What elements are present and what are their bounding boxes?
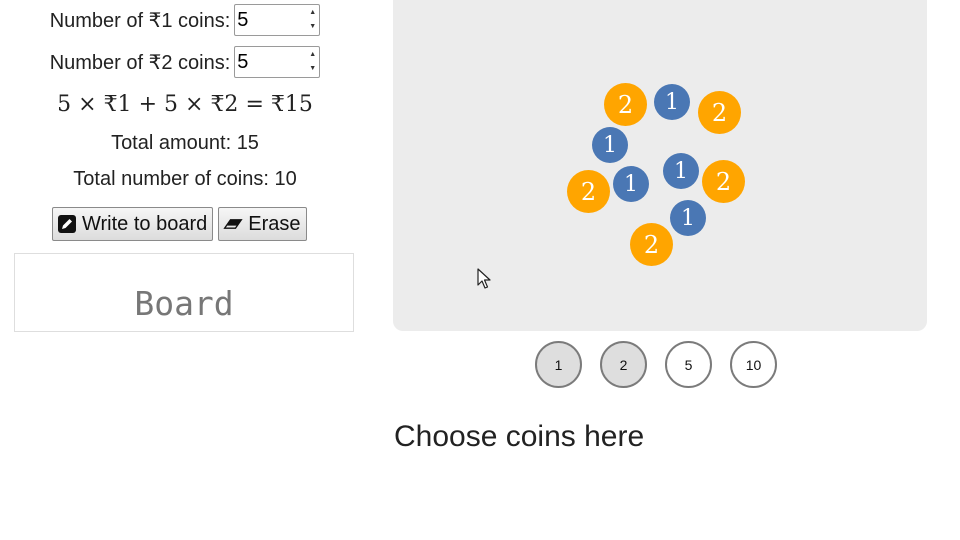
coin-choice-2[interactable]: 2 bbox=[600, 341, 647, 388]
coin-choice-10[interactable]: 10 bbox=[730, 341, 777, 388]
equation-term: 5 bbox=[164, 92, 178, 117]
board-actions: Write to board Erase bbox=[52, 207, 307, 241]
one-rupee-stepper[interactable]: ▲ ▼ bbox=[234, 4, 321, 36]
erase-button[interactable]: Erase bbox=[218, 207, 307, 241]
one-rupee-input[interactable] bbox=[235, 5, 308, 35]
total-amount: Total amount: 15 bbox=[111, 132, 259, 154]
board[interactable]: Board bbox=[14, 253, 354, 332]
coin-two[interactable]: 2 bbox=[630, 223, 673, 266]
equation-operator: × bbox=[78, 92, 97, 117]
coin-choice-5[interactable]: 5 bbox=[665, 341, 712, 388]
write-to-board-button[interactable]: Write to board bbox=[52, 207, 214, 241]
decrement-icon[interactable]: ▼ bbox=[309, 22, 317, 32]
coin-two[interactable]: 2 bbox=[702, 160, 745, 203]
choose-coins-heading: Choose coins here bbox=[394, 420, 645, 453]
write-to-board-label: Write to board bbox=[82, 212, 208, 235]
eraser-icon bbox=[223, 214, 243, 234]
increment-icon[interactable]: ▲ bbox=[309, 50, 317, 60]
coin-workspace[interactable]: 2 1 2 1 1 2 1 2 1 2 bbox=[393, 0, 927, 331]
pencil-icon bbox=[57, 214, 77, 234]
equation-result: ₹15 bbox=[270, 92, 313, 117]
one-rupee-row: Number of ₹1 coins: ▲ ▼ bbox=[0, 4, 370, 36]
coin-choice-1[interactable]: 1 bbox=[535, 341, 582, 388]
equation-term: 5 bbox=[57, 92, 72, 117]
mouse-cursor-icon bbox=[477, 268, 491, 289]
two-rupee-row: Number of ₹2 coins: ▲ ▼ bbox=[0, 46, 370, 78]
two-rupee-label: Number of ₹2 coins: bbox=[49, 51, 231, 74]
equation-operator: = bbox=[245, 92, 264, 117]
coin-two[interactable]: 2 bbox=[567, 170, 610, 213]
two-rupee-spin-arrows[interactable]: ▲ ▼ bbox=[309, 50, 317, 74]
erase-label: Erase bbox=[248, 212, 301, 235]
total-coins: Total number of coins: 10 bbox=[73, 168, 297, 190]
equation-operator: + bbox=[138, 92, 157, 117]
equation: 5 × ₹1 + 5 × ₹2 = ₹15 bbox=[0, 92, 370, 117]
coin-one[interactable]: 1 bbox=[592, 127, 628, 163]
equation-term: ₹1 bbox=[103, 92, 132, 117]
one-rupee-spin-arrows[interactable]: ▲ ▼ bbox=[309, 8, 317, 32]
equation-term: ₹2 bbox=[210, 92, 239, 117]
coin-one[interactable]: 1 bbox=[670, 200, 706, 236]
coin-one[interactable]: 1 bbox=[663, 153, 699, 189]
two-rupee-input[interactable] bbox=[235, 47, 308, 77]
two-rupee-stepper[interactable]: ▲ ▼ bbox=[234, 46, 321, 78]
coin-choices: 1 2 5 10 bbox=[535, 341, 777, 388]
coin-two[interactable]: 2 bbox=[698, 91, 741, 134]
increment-icon[interactable]: ▲ bbox=[309, 8, 317, 18]
coin-two[interactable]: 2 bbox=[604, 83, 647, 126]
coin-one[interactable]: 1 bbox=[654, 84, 690, 120]
board-placeholder: Board bbox=[134, 284, 234, 323]
one-rupee-label: Number of ₹1 coins: bbox=[49, 9, 231, 32]
decrement-icon[interactable]: ▼ bbox=[309, 64, 317, 74]
coin-one[interactable]: 1 bbox=[613, 166, 649, 202]
equation-operator: × bbox=[185, 92, 204, 117]
